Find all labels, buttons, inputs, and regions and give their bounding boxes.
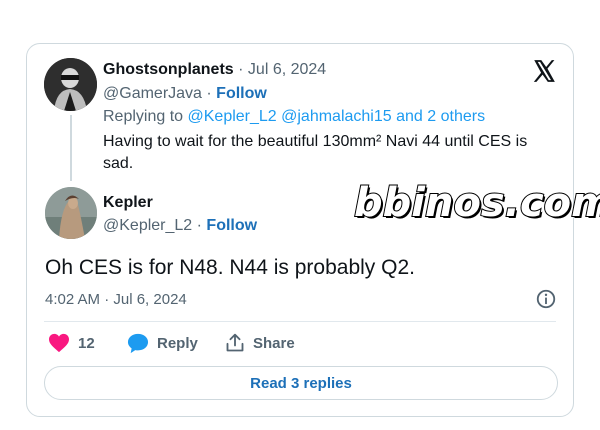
main-handle-row: @Kepler_L2 · Follow <box>103 217 257 235</box>
main-author-handle[interactable]: @Kepler_L2 <box>103 217 192 234</box>
quoted-author-handle[interactable]: @GamerJava <box>103 85 202 102</box>
quoted-tweet-date[interactable]: Jul 6, 2024 <box>248 61 326 78</box>
quoted-tweet-text: Having to wait for the beautiful 130mm² … <box>103 133 528 172</box>
reply-label: Reply <box>157 335 198 352</box>
like-count: 12 <box>78 334 95 352</box>
quoted-follow-link[interactable]: Follow <box>216 85 267 102</box>
actions-divider <box>44 321 556 322</box>
x-logo-icon[interactable] <box>530 58 558 84</box>
heart-icon <box>49 333 69 353</box>
main-tweet-text: Oh CES is for N48. N44 is probably Q2. <box>45 256 415 279</box>
quoted-tweet-header: Ghostsonplanets · Jul 6, 2024 <box>103 61 326 79</box>
read-replies-label: Read 3 replies <box>250 374 352 392</box>
tweet-timestamp[interactable]: 4:02 AM · Jul 6, 2024 <box>45 291 187 308</box>
ghostsonplanets-avatar[interactable] <box>44 58 97 111</box>
reply-button[interactable]: Reply <box>127 333 198 354</box>
main-handle-dot: · <box>196 217 202 234</box>
replying-others[interactable]: and 2 others <box>396 108 485 125</box>
replying-mentions[interactable]: @Kepler_L2 @jahmalachi15 <box>188 108 392 125</box>
handle-dot: · <box>206 85 212 102</box>
share-button[interactable]: Share <box>225 333 295 353</box>
quoted-author-name[interactable]: Ghostsonplanets <box>103 61 234 78</box>
info-icon[interactable] <box>535 288 557 310</box>
main-follow-link[interactable]: Follow <box>206 217 257 234</box>
kepler-avatar[interactable] <box>45 187 97 239</box>
like-button[interactable]: 12 <box>48 333 95 353</box>
thread-connector-line <box>70 115 72 181</box>
quoted-handle-row: @GamerJava · Follow <box>103 85 267 103</box>
share-icon <box>226 333 244 352</box>
main-author-name[interactable]: Kepler <box>103 194 153 212</box>
share-label: Share <box>253 334 295 352</box>
header-separator: · <box>238 61 244 78</box>
replying-prefix: Replying to <box>103 108 184 125</box>
replying-to-line: Replying to @Kepler_L2 @jahmalachi15 and… <box>103 108 485 126</box>
read-replies-button[interactable]: Read 3 replies <box>44 366 558 400</box>
watermark-text: bbinos.com <box>353 179 600 227</box>
reply-bubble-icon <box>127 333 149 354</box>
